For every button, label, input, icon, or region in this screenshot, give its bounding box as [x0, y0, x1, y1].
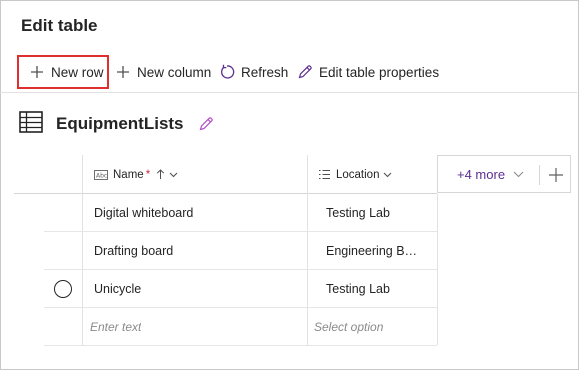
new-column-label: New column — [137, 64, 212, 80]
new-row-entry[interactable]: Enter text Select option — [44, 308, 437, 346]
refresh-icon — [218, 63, 236, 81]
edit-table-properties-label: Edit table properties — [319, 64, 440, 80]
chevron-down-icon — [169, 172, 178, 178]
plus-icon — [28, 63, 46, 81]
new-row-label: New row — [51, 64, 104, 80]
cell-name[interactable]: Unicycle — [94, 270, 141, 308]
new-column-button[interactable]: New column — [114, 54, 211, 90]
divider — [539, 165, 540, 185]
column-header-location[interactable]: Location — [318, 155, 392, 194]
page-title: Edit table — [21, 16, 98, 35]
table-name: EquipmentLists — [56, 114, 184, 133]
edit-table-properties-button[interactable]: Edit table properties — [296, 54, 439, 90]
cell-location[interactable]: Testing Lab — [326, 194, 432, 232]
choice-type-icon — [318, 169, 331, 180]
cell-name[interactable]: Drafting board — [94, 232, 173, 270]
name-placeholder[interactable]: Enter text — [90, 308, 141, 346]
column-divider — [82, 155, 83, 194]
chevron-down-icon — [383, 172, 392, 178]
refresh-button[interactable]: Refresh — [218, 54, 288, 90]
plus-icon — [548, 167, 564, 183]
table-heading: EquipmentLists — [19, 110, 214, 138]
column-divider — [437, 194, 438, 345]
row-select-radio[interactable] — [54, 280, 72, 298]
sort-ascending-icon — [156, 169, 165, 180]
table-row[interactable]: Unicycle Testing Lab — [44, 270, 437, 308]
column-divider — [307, 155, 308, 194]
column-label: Name — [113, 168, 144, 181]
location-placeholder[interactable]: Select option — [314, 308, 383, 346]
chevron-down-icon[interactable] — [513, 171, 524, 178]
cell-name[interactable]: Digital whiteboard — [94, 194, 193, 232]
text-type-icon: Abc — [94, 169, 108, 180]
table-row[interactable]: Drafting board Engineering B… — [44, 232, 437, 270]
more-columns-button[interactable]: +4 more — [457, 167, 505, 182]
new-row-button[interactable]: New row — [17, 55, 109, 89]
column-header-name[interactable]: Abc Name * — [94, 155, 178, 194]
cell-location[interactable]: Testing Lab — [326, 270, 432, 308]
add-column-button[interactable] — [546, 165, 566, 185]
table-icon — [19, 110, 43, 138]
refresh-label: Refresh — [241, 64, 289, 80]
cell-location[interactable]: Engineering B… — [326, 232, 432, 270]
table-row[interactable]: Digital whiteboard Testing Lab — [44, 194, 437, 232]
plus-icon — [114, 63, 132, 81]
required-indicator: * — [145, 168, 151, 181]
svg-text:Abc: Abc — [96, 172, 107, 179]
pencil-icon — [296, 63, 314, 81]
column-label: Location — [336, 168, 380, 181]
more-columns-panel: +4 more — [437, 155, 571, 193]
divider — [0, 92, 577, 93]
command-bar: New row New column Refresh Edit table pr… — [0, 54, 577, 90]
edit-table-name-icon[interactable] — [198, 116, 214, 132]
header-row: Abc Name * Location — [14, 155, 437, 194]
